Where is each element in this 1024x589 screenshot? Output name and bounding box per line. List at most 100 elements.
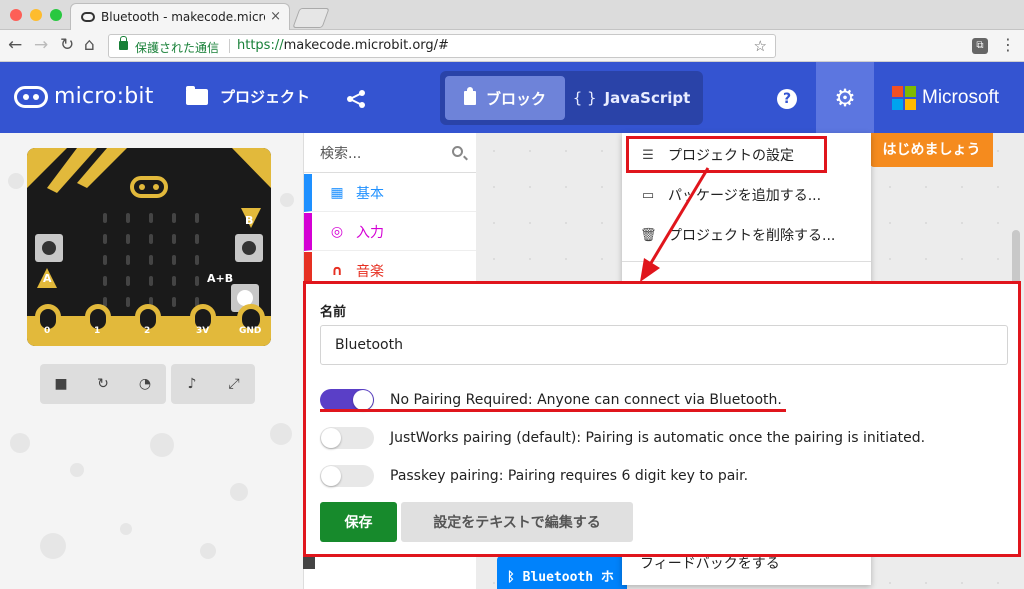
address-separator <box>229 39 230 53</box>
url-text: https://makecode.microbit.org/# <box>237 38 449 53</box>
bluetooth-block-label: Bluetooth ホ <box>522 570 614 585</box>
share-icon[interactable] <box>346 90 366 108</box>
led <box>126 213 130 223</box>
category-label: 音楽 <box>356 263 384 280</box>
bluetooth-block[interactable]: ᛒ Bluetooth ホ <box>497 556 627 589</box>
help-icon[interactable]: ? <box>777 89 797 109</box>
button-b[interactable] <box>235 234 263 262</box>
new-tab-button[interactable] <box>292 8 330 28</box>
bg-decoration <box>70 463 84 477</box>
bg-decoration <box>120 523 132 535</box>
led <box>172 234 176 244</box>
no-pairing-toggle[interactable] <box>320 389 374 411</box>
browser-toolbar: ← → ↻ ⌂ 保護された通信 https://makecode.microbi… <box>0 30 1024 62</box>
microbit-board: A B A+B 0 1 2 3V GND <box>27 148 271 346</box>
led <box>103 276 107 286</box>
home-icon[interactable]: ⌂ <box>84 36 95 54</box>
option-justworks[interactable]: JustWorks pairing (default): Pairing is … <box>320 426 925 450</box>
edit-as-text-button[interactable]: 設定をテキストで編集する <box>401 502 633 542</box>
javascript-tab[interactable]: { } JavaScript <box>565 76 698 120</box>
fullscreen-icon[interactable]: ⤢ <box>213 376 255 392</box>
led <box>149 234 153 244</box>
target-icon: ◎ <box>330 223 344 240</box>
option-label: Passkey pairing: Pairing requires 6 digi… <box>390 468 749 484</box>
led <box>103 255 107 265</box>
led <box>126 255 130 265</box>
browser-tab[interactable]: Bluetooth - makecode.microbit.org × <box>70 3 290 30</box>
minimize-window-button[interactable] <box>30 9 42 21</box>
led <box>195 213 199 223</box>
toolbox-edge-marker <box>303 557 315 569</box>
ms-square-yellow <box>905 99 916 110</box>
sound-icon[interactable]: ♪ <box>171 376 213 392</box>
folder-icon <box>186 85 208 105</box>
stop-icon[interactable]: ■ <box>40 376 82 392</box>
pin-label: 0 <box>44 326 51 336</box>
led <box>103 234 107 244</box>
secure-label: 保護された通信 <box>135 41 220 55</box>
blocks-tab[interactable]: ブロック <box>445 76 565 120</box>
lock-icon <box>119 36 128 50</box>
pin-label: 1 <box>94 326 101 336</box>
editor-header: micro:bit プロジェクト ブロック { } JavaScript ? ⚙… <box>0 62 1024 133</box>
passkey-toggle[interactable] <box>320 465 374 487</box>
ms-square-blue <box>892 99 903 110</box>
blocks-label: ブロック <box>485 89 546 108</box>
led <box>195 234 199 244</box>
bookmark-star-icon[interactable]: ☆ <box>754 37 767 55</box>
microbit-logo[interactable]: micro:bit <box>14 84 154 109</box>
browser-menu-icon[interactable]: ⋮ <box>1000 35 1016 54</box>
grid-icon: ▦ <box>330 184 344 201</box>
maximize-window-button[interactable] <box>50 9 62 21</box>
led <box>195 276 199 286</box>
search-icon[interactable] <box>452 146 463 157</box>
pin-label: 3V <box>196 326 210 336</box>
editor-mode-switch: ブロック { } JavaScript <box>440 71 703 125</box>
settings-button[interactable]: ⚙ <box>816 62 874 133</box>
microsoft-logo[interactable]: Microsoft <box>892 86 999 110</box>
microsoft-text: Microsoft <box>922 87 1000 108</box>
reload-icon[interactable]: ↻ <box>60 36 74 54</box>
get-started-button[interactable]: はじめましょう <box>870 133 993 167</box>
led <box>172 213 176 223</box>
project-name-input[interactable] <box>320 325 1008 365</box>
category-input[interactable]: ◎ 入力 <box>304 213 477 251</box>
led <box>172 276 176 286</box>
led <box>195 255 199 265</box>
address-bar[interactable]: 保護された通信 https://makecode.microbit.org/# … <box>108 34 776 58</box>
option-passkey[interactable]: Passkey pairing: Pairing requires 6 digi… <box>320 464 748 488</box>
bg-decoration <box>150 433 174 457</box>
led <box>172 255 176 265</box>
restart-icon[interactable]: ↻ <box>82 376 124 392</box>
toolbox-search[interactable]: 検索... <box>304 133 477 173</box>
slowmo-icon[interactable]: ◔ <box>124 376 166 392</box>
justworks-toggle[interactable] <box>320 427 374 449</box>
save-button[interactable]: 保存 <box>320 502 397 542</box>
tab-close-icon[interactable]: × <box>270 9 281 24</box>
ms-square-red <box>892 86 903 97</box>
pin-label: 2 <box>144 326 151 336</box>
projects-button[interactable]: プロジェクト <box>186 85 310 107</box>
braces-icon: { } <box>572 89 597 107</box>
button-ab-label: A+B <box>207 272 234 285</box>
bg-decoration <box>280 193 294 207</box>
extension-icon[interactable]: ⧉ <box>972 38 988 54</box>
forward-arrow-icon[interactable]: → <box>34 36 48 54</box>
led <box>149 276 153 286</box>
simulator-controls-extra: ♪ ⤢ <box>171 364 255 404</box>
button-a[interactable] <box>35 234 63 262</box>
option-label: JustWorks pairing (default): Pairing is … <box>390 430 926 446</box>
name-label: 名前 <box>320 305 347 320</box>
category-label: 入力 <box>356 224 384 241</box>
back-arrow-icon[interactable]: ← <box>8 36 22 54</box>
led <box>126 276 130 286</box>
category-basic[interactable]: ▦ 基本 <box>304 174 477 212</box>
javascript-label: JavaScript <box>604 89 691 107</box>
url-path: makecode.microbit.org/# <box>283 38 449 53</box>
bg-decoration <box>10 433 30 453</box>
bg-decoration <box>230 483 248 501</box>
board-logo-icon <box>130 176 168 198</box>
bg-decoration <box>200 543 216 559</box>
close-window-button[interactable] <box>10 9 22 21</box>
project-settings-dialog: 名前 No Pairing Required: Anyone can conne… <box>303 281 1021 557</box>
